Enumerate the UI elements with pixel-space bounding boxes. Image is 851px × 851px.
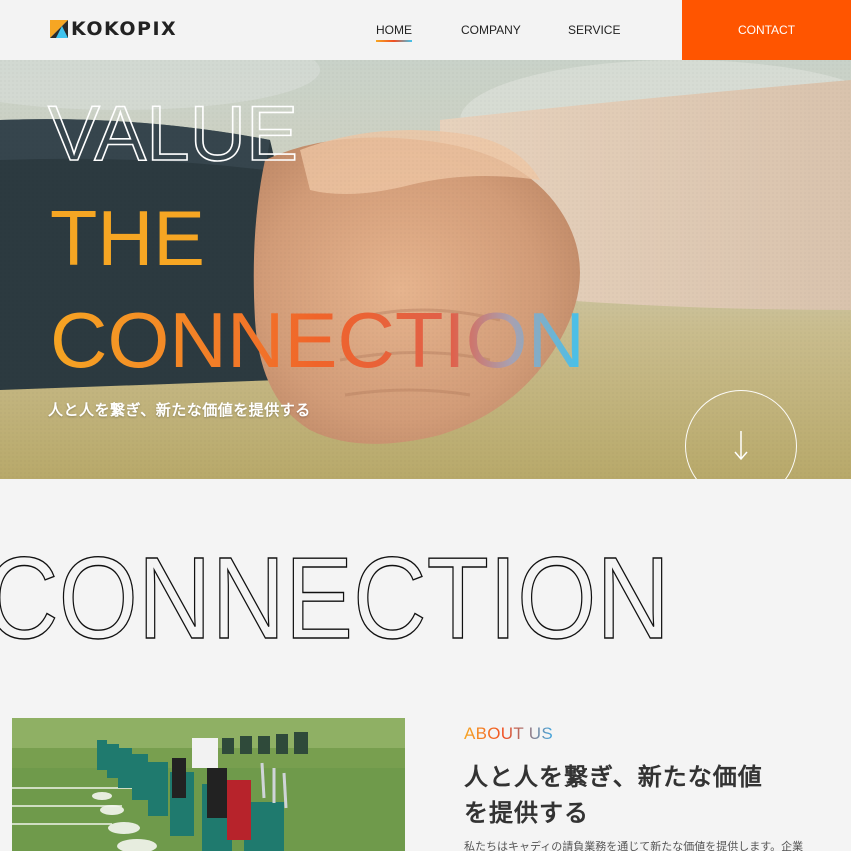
about-golf-image	[12, 718, 405, 851]
connection-outline-heading: CONNECTION	[0, 540, 671, 650]
connection-outline-text: CONNECTION	[0, 540, 670, 650]
about-us-label: ABOUT US	[464, 724, 553, 743]
logo-text: KOKOPIX	[71, 18, 178, 40]
hero-line-connection: CONNECTION	[50, 296, 585, 384]
nav-company[interactable]: COMPANY	[461, 23, 521, 37]
nav-home[interactable]: HOME	[376, 23, 412, 42]
contact-button[interactable]: CONTACT	[682, 0, 851, 60]
hero-line-the: THE	[50, 194, 205, 282]
hero-subtitle: 人と人を繋ぎ、新たな価値を提供する	[48, 402, 311, 419]
nav-service[interactable]: SERVICE	[568, 23, 620, 37]
logo-mark-icon	[50, 20, 68, 38]
about-heading-line1: 人と人を繋ぎ、新たな価値	[464, 764, 763, 791]
arrow-down-icon	[734, 431, 748, 461]
logo[interactable]: KOKOPIX	[50, 16, 177, 42]
site-header: KOKOPIX HOME COMPANY SERVICE CONTACT	[0, 0, 851, 60]
about-heading: 人と人を繋ぎ、新たな価値 を提供する	[464, 760, 794, 832]
about-heading-line2: を提供する	[464, 800, 589, 827]
hero: VALUE THE CONNECTION 人と人を繋ぎ、新たな価値を提供する	[0, 60, 851, 479]
about-description: 私たちはキャディの請負業務を通じて新たな価値を提供します。企業	[464, 841, 804, 851]
hero-line-value: VALUE	[48, 89, 298, 177]
